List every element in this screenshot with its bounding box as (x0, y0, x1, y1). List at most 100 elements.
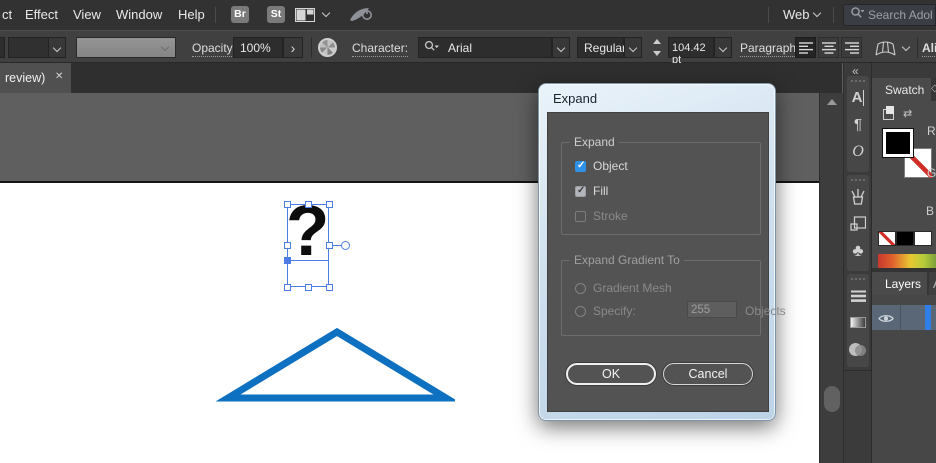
search-icon (850, 6, 864, 24)
ok-button[interactable]: OK (566, 363, 656, 385)
fill-label: Fill (593, 184, 608, 198)
selection-handle[interactable] (326, 242, 333, 249)
triangle-shape[interactable] (205, 312, 455, 412)
align-left-button[interactable] (795, 37, 816, 58)
menu-item-partial[interactable]: ct (2, 7, 12, 22)
selection-handle[interactable] (305, 201, 312, 208)
opacity-label[interactable]: Opacity: (192, 41, 236, 57)
font-search-icon (424, 40, 440, 56)
align-label-partial[interactable]: Alig (922, 41, 936, 57)
font-family-value: Arial (448, 41, 472, 55)
dialog-title[interactable]: Expand (553, 91, 597, 106)
right-panel-stack: Swatch ◇ ⇄ R G B Layers A (871, 63, 936, 463)
layers-tab[interactable]: Layers (872, 272, 927, 295)
stroke-panel-icon[interactable] (847, 282, 869, 309)
workspace-layout-icon[interactable] (295, 8, 315, 27)
character-label[interactable]: Character: (352, 41, 408, 57)
selection-handle[interactable] (305, 284, 312, 291)
scroll-up-icon[interactable] (827, 99, 837, 105)
font-style-chevron-icon[interactable] (624, 37, 642, 58)
font-style-combo[interactable]: Regular (577, 37, 624, 58)
layer-selection-bar (925, 305, 931, 330)
gradient-mesh-label: Gradient Mesh (593, 281, 672, 295)
layer-row[interactable] (872, 305, 936, 330)
font-size-stepper[interactable] (652, 39, 662, 61)
stroke-label: Stroke (593, 209, 628, 223)
rgb-label-b: B (926, 204, 934, 218)
align-center-button[interactable] (818, 37, 839, 58)
dock-grip[interactable] (851, 80, 865, 82)
artboards-tab-partial[interactable]: A (929, 272, 936, 295)
search-field[interactable] (843, 4, 936, 26)
stroke-option: Stroke (575, 209, 628, 223)
align-right-button[interactable] (841, 37, 862, 58)
black-swatch[interactable] (896, 231, 914, 246)
paragraph-label[interactable]: Paragraph: (740, 41, 799, 57)
envelope-chevron-icon[interactable] (902, 43, 910, 51)
dock-grip[interactable] (851, 179, 865, 181)
selection-handle[interactable] (284, 201, 291, 208)
layers-panel-tabstrip: Layers A (872, 272, 936, 295)
fill-checkbox[interactable] (575, 186, 586, 197)
clipped-stepper[interactable] (0, 37, 5, 58)
opacity-expand-button[interactable]: › (283, 37, 303, 58)
menu-item-view[interactable]: View (73, 7, 101, 22)
illustrator-window: ct Effect View Window Help Br St Web (0, 0, 936, 463)
workspace-dropdown[interactable]: Web (783, 7, 810, 22)
scrollbar-thumb[interactable] (824, 386, 840, 412)
stock-badge[interactable]: St (267, 6, 285, 23)
stroke-width-chevron-icon[interactable] (48, 37, 66, 58)
recolor-artwork-icon[interactable] (318, 38, 337, 57)
symbols-panel-icon[interactable]: ♣ (847, 237, 869, 264)
white-swatch[interactable] (914, 231, 932, 246)
font-size-value[interactable]: 104.42 pt (668, 37, 714, 58)
character-panel-icon[interactable]: A (847, 84, 869, 111)
panel-stepper-icon[interactable]: ◇ (931, 83, 936, 94)
fill-option[interactable]: Fill (575, 184, 608, 198)
workspace-dropdown-chevron-icon[interactable] (813, 9, 821, 17)
transform-panel-icon[interactable] (847, 210, 869, 237)
gradient-panel-icon[interactable] (847, 309, 869, 336)
swap-fill-stroke-icon[interactable]: ⇄ (903, 107, 912, 120)
dock-grip[interactable] (851, 278, 865, 280)
dock-group-type: A ¶ O (847, 76, 869, 172)
control-separator (311, 37, 312, 58)
object-option[interactable]: Object (575, 159, 628, 173)
tab-close-icon[interactable]: ✕ (55, 71, 63, 82)
color-panel-tab[interactable]: Swatch (872, 78, 931, 101)
font-family-combo[interactable]: Arial (418, 37, 552, 58)
workspace-chevron-icon[interactable] (322, 9, 330, 17)
menu-item-help[interactable]: Help (178, 7, 205, 22)
font-size-chevron-icon[interactable] (714, 37, 732, 58)
document-tab[interactable]: review) ✕ (0, 63, 71, 93)
fill-stroke-mini-icon[interactable] (883, 109, 894, 120)
canvas-vertical-scrollbar[interactable] (819, 93, 843, 463)
cancel-button[interactable]: Cancel (663, 363, 753, 385)
object-checkbox[interactable] (575, 161, 586, 172)
none-swatch[interactable] (878, 231, 896, 246)
specify-option: Specify: Objects (575, 304, 636, 318)
visibility-eye-icon[interactable] (878, 311, 894, 329)
opacity-value[interactable]: 100% (233, 37, 283, 58)
gpu-performance-rocket-icon[interactable] (348, 5, 374, 29)
menu-item-effect[interactable]: Effect (25, 7, 58, 22)
envelope-distort-icon[interactable] (874, 40, 897, 61)
opentype-panel-icon[interactable]: O (847, 138, 869, 165)
menu-separator (833, 7, 834, 23)
font-family-chevron-icon[interactable] (552, 37, 570, 58)
color-panel-tabstrip: Swatch ◇ (872, 78, 936, 101)
fill-swatch[interactable] (882, 128, 914, 158)
baseline-handle[interactable] (284, 257, 291, 264)
search-input[interactable] (868, 8, 932, 22)
side-connector-circle-handle[interactable] (341, 241, 350, 250)
selection-handle[interactable] (326, 284, 333, 291)
menu-item-window[interactable]: Window (116, 7, 162, 22)
object-label: Object (593, 159, 628, 173)
paragraph-panel-icon[interactable]: ¶ (847, 111, 869, 138)
transparency-panel-icon[interactable] (847, 336, 869, 363)
selection-handle[interactable] (284, 284, 291, 291)
selection-handle[interactable] (326, 201, 333, 208)
brushes-panel-icon[interactable] (847, 183, 869, 210)
selection-handle[interactable] (284, 242, 291, 249)
bridge-badge[interactable]: Br (231, 6, 249, 23)
